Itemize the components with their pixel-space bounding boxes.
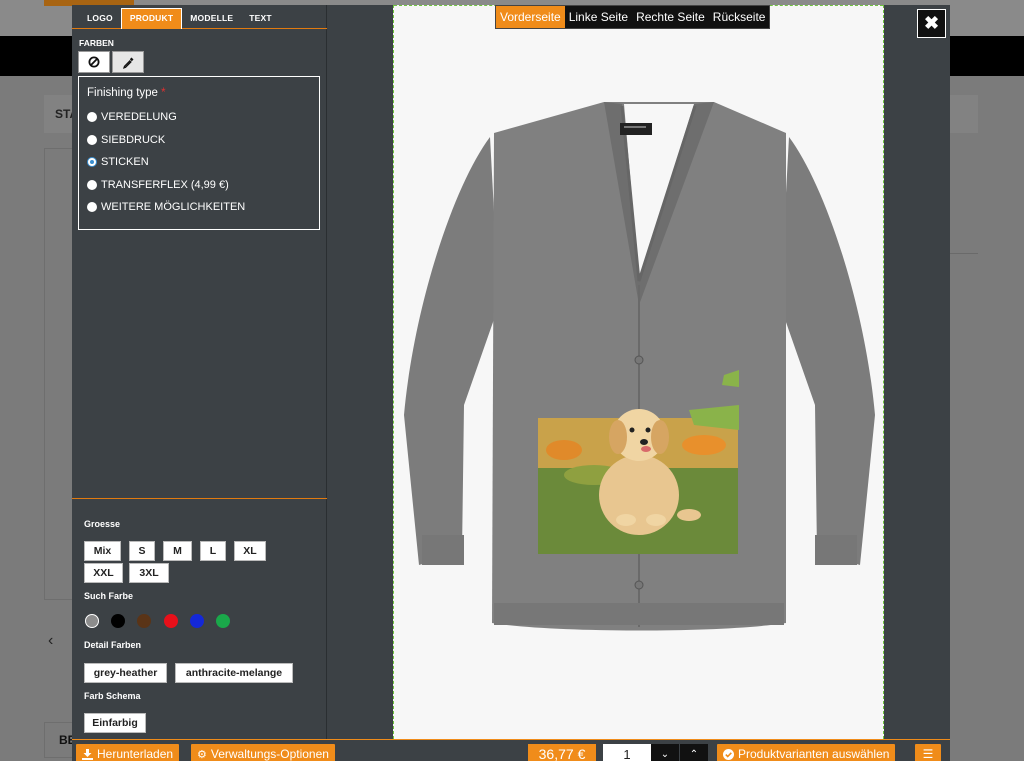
color-swatch-grey[interactable] (85, 614, 99, 628)
color-swatch-black[interactable] (111, 614, 125, 628)
admin-options-button[interactable]: ⚙ Verwaltungs-Optionen (191, 744, 335, 761)
design-canvas[interactable] (393, 5, 884, 739)
background-footer-box: BE (44, 722, 76, 758)
finishing-type-box: Finishing type * VEREDELUNG SIEBDRUCK ST… (78, 76, 320, 230)
view-tabs: Vorderseite Linke Seite Rechte Seite Rüc… (495, 5, 771, 29)
background-chevron-left-icon: ‹ (48, 632, 54, 649)
price-display: 36,77 € (528, 744, 596, 761)
detail-farben-label: Detail Farben (84, 640, 142, 650)
ban-icon (88, 56, 100, 68)
color-swatch-green[interactable] (216, 614, 230, 628)
farb-schema-label: Farb Schema (84, 691, 141, 701)
check-circle-icon (723, 748, 734, 760)
hamburger-icon: ☰ (922, 747, 934, 761)
tab-rueckseite[interactable]: Rückseite (709, 6, 770, 28)
finishing-type-title-text: Finishing type (87, 87, 158, 99)
chevron-down-icon: ⌄ (660, 748, 670, 760)
product-variants-label: Produktvarianten auswählen (738, 747, 890, 761)
size-chip-xl[interactable]: XL (234, 541, 266, 561)
tab-text[interactable]: TEXT (241, 7, 280, 29)
finishing-option-siebdruck[interactable]: SIEBDRUCK (87, 129, 311, 152)
finishing-option-weitere[interactable]: WEITERE MÖGLICHKEITEN (87, 196, 311, 219)
background-box (44, 148, 74, 600)
menu-button[interactable]: ☰ (915, 744, 941, 761)
farben-label: FARBEN (79, 38, 114, 48)
such-farbe-label: Such Farbe (84, 591, 134, 601)
finishing-type-title: Finishing type * (87, 87, 311, 99)
radio-label: WEITERE MÖGLICHKEITEN (101, 201, 246, 214)
size-chip-xxl[interactable]: XXL (84, 563, 123, 583)
radio-label: SIEBDRUCK (101, 133, 166, 146)
color-picker-button[interactable] (112, 51, 144, 73)
size-chip-mix[interactable]: Mix (84, 541, 121, 561)
quantity-increase-button[interactable]: ⌃ (680, 744, 708, 761)
cardigan-product-image (404, 102, 875, 631)
download-label: Herunterladen (97, 747, 174, 761)
quantity-decrease-button[interactable]: ⌄ (651, 744, 679, 761)
finishing-option-transferflex[interactable]: TRANSFERFLEX (4,99 €) (87, 174, 311, 197)
eyedropper-icon (122, 57, 133, 69)
radio-label: VEREDELUNG (101, 111, 177, 124)
radio-button[interactable] (87, 112, 97, 123)
color-swatch-blue[interactable] (190, 614, 204, 628)
bottom-toolbar: Herunterladen ⚙ Verwaltungs-Optionen 36,… (72, 739, 950, 761)
admin-options-label: Verwaltungs-Optionen (210, 747, 329, 761)
close-button[interactable]: ✖ (917, 9, 946, 38)
tab-modelle[interactable]: MODELLE (182, 7, 241, 29)
radio-button[interactable] (87, 134, 97, 145)
detail-color-anthracite-melange[interactable]: anthracite-melange (175, 663, 293, 683)
download-icon (82, 748, 93, 760)
radio-label: TRANSFERFLEX (4,99 €) (101, 178, 229, 191)
tab-rechte-seite[interactable]: Rechte Seite (632, 6, 709, 28)
groesse-label: Groesse (84, 519, 121, 529)
tab-vorderseite[interactable]: Vorderseite (496, 6, 565, 28)
color-scheme-einfarbig[interactable]: Einfarbig (84, 713, 146, 733)
quantity-input[interactable] (603, 744, 651, 761)
size-chip-3xl[interactable]: 3XL (129, 563, 169, 583)
finishing-option-veredelung[interactable]: VEREDELUNG (87, 106, 311, 129)
detail-color-grey-heather[interactable]: grey-heather (84, 663, 167, 683)
tab-produkt[interactable]: PRODUKT (120, 8, 183, 29)
download-button[interactable]: Herunterladen (76, 744, 180, 761)
panel-divider (72, 498, 327, 499)
color-swatch-red[interactable] (164, 614, 178, 628)
radio-button-selected[interactable] (87, 157, 97, 168)
tab-linke-seite[interactable]: Linke Seite (565, 6, 632, 28)
color-swatch-brown[interactable] (137, 614, 151, 628)
background-divider (950, 253, 978, 254)
finishing-option-sticken[interactable]: STICKEN (87, 151, 311, 174)
size-chip-s[interactable]: S (129, 541, 155, 561)
radio-button[interactable] (87, 179, 97, 190)
designer-modal: LOGO PRODUKT MODELLE TEXT FARBEN Finishi… (72, 5, 950, 761)
product-variants-button[interactable]: Produktvarianten auswählen (717, 744, 896, 761)
panel-tabs: LOGO PRODUKT MODELLE TEXT (72, 5, 327, 29)
size-chip-m[interactable]: M (163, 541, 192, 561)
gear-icon: ⚙ (197, 748, 207, 761)
chevron-up-icon: ⌃ (689, 748, 699, 760)
close-icon: ✖ (923, 13, 940, 33)
left-panel: LOGO PRODUKT MODELLE TEXT FARBEN Finishi… (72, 5, 327, 761)
no-color-button[interactable] (78, 51, 110, 73)
radio-button[interactable] (87, 202, 97, 213)
size-chip-l[interactable]: L (200, 541, 226, 561)
radio-label: STICKEN (101, 156, 149, 169)
required-mark: * (161, 87, 166, 99)
tab-logo[interactable]: LOGO (79, 7, 121, 29)
